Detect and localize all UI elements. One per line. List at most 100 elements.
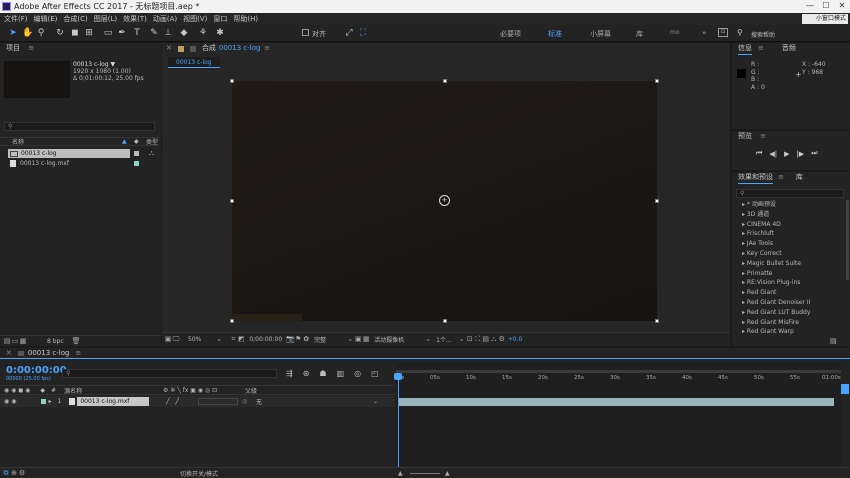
menu-view[interactable]: 视图(V): [183, 14, 207, 24]
previous-frame-button[interactable]: ◀|: [769, 150, 777, 158]
new-folder-icon[interactable]: ▭: [11, 337, 19, 345]
monitor-icon[interactable]: 🖵: [172, 335, 180, 343]
transform-handle-bottom[interactable]: [443, 319, 447, 323]
anchor-point-icon[interactable]: +: [439, 195, 450, 206]
close-button[interactable]: ✕: [834, 0, 850, 13]
project-row-composition[interactable]: 00013 c-log: [8, 149, 130, 158]
pick-whip-icon[interactable]: ◎: [242, 398, 247, 405]
new-composition-icon[interactable]: ▦: [19, 337, 27, 345]
playhead-handle[interactable]: [394, 373, 402, 380]
workspace-essentials[interactable]: 必要项: [500, 29, 521, 39]
time-ruler[interactable]: 0s 05s 10s 15s 20s 25s 30s 35s 40s 45s 5…: [396, 375, 841, 385]
transform-handle-top-right[interactable]: [655, 79, 659, 83]
toggle-switches-modes[interactable]: 切换开关/模式: [180, 469, 218, 478]
resolution-dropdown[interactable]: 完整: [314, 335, 326, 344]
zoom-tool-icon[interactable]: ⚲: [36, 28, 46, 38]
first-frame-button[interactable]: ⏮: [756, 149, 762, 158]
timeline-zoom-slider[interactable]: [410, 473, 440, 474]
transform-handle-top[interactable]: [443, 79, 447, 83]
bpc-indicator[interactable]: 8 bpc: [47, 338, 64, 345]
hand-tool-icon[interactable]: ✋: [22, 28, 33, 38]
pen-tool-icon[interactable]: ✒: [117, 28, 127, 38]
menu-help[interactable]: 帮助(H): [233, 14, 258, 24]
chevron-down-icon[interactable]: ⌄: [346, 335, 354, 343]
effects-category[interactable]: ▸ Magic Bullet Suite: [732, 259, 846, 269]
effects-search-input[interactable]: ⚲: [736, 189, 844, 198]
effects-category[interactable]: ▸ Primatte: [732, 269, 846, 279]
effects-category[interactable]: ▸ CINEMA 4D: [732, 220, 846, 230]
timeline-current-time[interactable]: 0:00:00:00: [6, 365, 67, 376]
minimize-button[interactable]: —: [802, 0, 818, 13]
effects-category[interactable]: ▸ Red Giant: [732, 288, 846, 298]
close-panel-icon[interactable]: ✕: [166, 43, 172, 54]
sort-arrow-icon[interactable]: ▲: [122, 138, 127, 145]
pan-behind-tool-icon[interactable]: ⊞: [84, 28, 94, 38]
chevron-down-icon[interactable]: ⌄: [458, 335, 466, 343]
library-tab[interactable]: 库: [796, 172, 803, 183]
composition-panel-menu[interactable]: ≡: [264, 43, 270, 54]
effects-scrollbar[interactable]: [846, 200, 849, 280]
label-swatch[interactable]: [134, 151, 139, 156]
transform-handle-bottom-left[interactable]: [230, 319, 234, 323]
shy-layers-icon[interactable]: ☗: [319, 369, 326, 378]
layer-switches-toggle-icon[interactable]: ⧉: [2, 469, 10, 477]
menu-effect[interactable]: 效果(T): [123, 14, 147, 24]
safe-margins-icon[interactable]: ⌗: [229, 335, 237, 343]
workspace-toggle-icon[interactable]: ⊡: [718, 28, 728, 37]
timeline-search-input[interactable]: ⚲: [62, 369, 277, 378]
fast-previews-icon[interactable]: ⛶: [474, 335, 482, 343]
new-folder-icon[interactable]: ▤: [830, 337, 837, 345]
effects-category[interactable]: ▸ 3D 通道: [732, 210, 846, 220]
in-out-toggle-icon[interactable]: ⚙: [18, 469, 26, 477]
timeline-icon[interactable]: ▤: [482, 335, 490, 343]
effects-category[interactable]: ▸ JAe Tools: [732, 239, 846, 249]
workspace-more[interactable]: mo: [670, 29, 680, 36]
chevron-down-icon[interactable]: ⌄: [215, 335, 223, 343]
draft-3d-icon[interactable]: ⊛: [303, 369, 310, 378]
graph-editor-icon[interactable]: ◰: [371, 369, 379, 378]
workspace-libraries[interactable]: 库: [636, 29, 643, 39]
layer-label-swatch[interactable]: [40, 399, 46, 404]
project-item-name[interactable]: 00013 c-log ▼: [73, 61, 115, 68]
region-of-interest-icon[interactable]: ▣: [354, 335, 362, 343]
layer-parent-dropdown[interactable]: 无: [256, 397, 262, 406]
effects-category[interactable]: ▸ Red Giant Warp: [732, 327, 846, 337]
menu-layer[interactable]: 图层(L): [94, 14, 117, 24]
motion-blur-icon[interactable]: ◎: [354, 369, 361, 378]
column-type[interactable]: 类型: [146, 137, 158, 146]
brush-tool-icon[interactable]: ✎: [149, 28, 159, 38]
effects-category[interactable]: ▸ Red Giant MisFire: [732, 318, 846, 328]
work-area-bar[interactable]: [396, 370, 841, 373]
flowchart-icon[interactable]: ⛬: [490, 335, 498, 343]
transfer-controls-toggle-icon[interactable]: ⊕: [10, 469, 18, 477]
timeline-track-area[interactable]: 0s 05s 10s 15s 20s 25s 30s 35s 40s 45s 5…: [394, 362, 841, 468]
last-frame-button[interactable]: ⏭: [811, 149, 817, 158]
timeline-end-marker[interactable]: [841, 384, 849, 394]
menu-animation[interactable]: 动画(A): [153, 14, 177, 24]
type-tool-icon[interactable]: T: [132, 28, 142, 38]
interpret-footage-icon[interactable]: ▤: [3, 337, 11, 345]
current-time-display[interactable]: 0;00:00:00: [249, 336, 282, 343]
menu-file[interactable]: 文件(F): [4, 14, 28, 24]
audio-tab[interactable]: 音频: [782, 43, 796, 54]
view-layout-dropdown[interactable]: 1个...: [436, 335, 452, 344]
preview-panel-menu[interactable]: ≡: [760, 132, 766, 140]
color-channel-icon[interactable]: ✿: [302, 335, 310, 343]
chevron-down-icon[interactable]: ⌄: [373, 398, 378, 405]
rectangle-tool-icon[interactable]: ▭: [103, 28, 113, 38]
zoom-out-icon[interactable]: ▲: [398, 470, 403, 477]
help-search-icon[interactable]: ⚲: [737, 28, 743, 37]
effects-category[interactable]: ▸ Red Giant LUT Buddy: [732, 308, 846, 318]
always-preview-icon[interactable]: ▣: [164, 335, 172, 343]
column-name[interactable]: 名称: [12, 137, 24, 146]
comp-mini-flowchart-icon[interactable]: ⇶: [286, 369, 293, 378]
workspace-small-screen[interactable]: 小屏幕: [590, 29, 611, 39]
rotate-tool-icon[interactable]: ↻: [55, 28, 65, 38]
zoom-dropdown[interactable]: 50%: [188, 336, 201, 343]
composition-tab-name[interactable]: 00013 c-log: [219, 43, 261, 54]
selection-tool-icon[interactable]: ➤: [8, 28, 18, 38]
lock-icon[interactable]: [177, 45, 184, 52]
menu-composition[interactable]: 合成(C): [63, 14, 87, 24]
puppet-tool-icon[interactable]: ✱: [215, 28, 225, 38]
layer-switch-boxes[interactable]: [198, 398, 238, 405]
